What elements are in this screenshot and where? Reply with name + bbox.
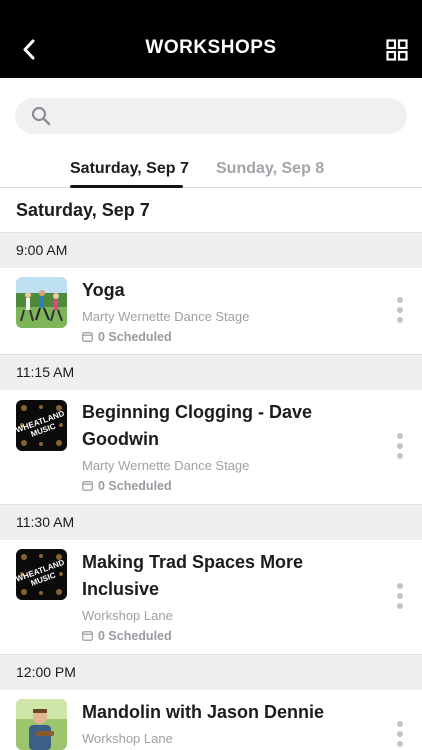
time-label: 12:00 PM [16, 664, 76, 680]
time-slot-header: 9:00 AM [0, 232, 422, 268]
time-label: 11:15 AM [16, 364, 75, 380]
calendar-icon [82, 332, 93, 342]
wheatland-music-logo: WHEATLAND MUSIC [16, 400, 67, 451]
day-heading: Saturday, Sep 7 [16, 200, 150, 220]
active-tab-indicator [70, 185, 183, 188]
list-item[interactable]: Mandolin with Jason Dennie Workshop Lane [0, 690, 422, 750]
time-label: 11:30 AM [16, 514, 75, 530]
grid-view-button[interactable] [386, 39, 408, 61]
list-item[interactable]: WHEATLAND MUSIC Beginning Clogging - Dav… [0, 390, 422, 503]
search-icon [31, 106, 51, 126]
search-input[interactable] [61, 98, 391, 134]
tab-saturday[interactable]: Saturday, Sep 7 [70, 160, 189, 178]
event-thumbnail [16, 277, 67, 328]
more-options-button[interactable] [393, 433, 407, 461]
scheduled-label: 0 Scheduled [98, 479, 172, 493]
time-slot-header: 12:00 PM [0, 654, 422, 690]
search-bar[interactable] [15, 98, 407, 134]
event-venue: Workshop Lane [82, 731, 173, 746]
time-slot-header: 11:15 AM [0, 354, 422, 390]
event-venue: Marty Wernette Dance Stage [82, 309, 250, 324]
more-options-button[interactable] [393, 297, 407, 325]
event-title: Beginning Clogging - Dave Goodwin [82, 402, 312, 449]
event-venue: Marty Wernette Dance Stage [82, 458, 250, 473]
day-tabs: Saturday, Sep 7 Sunday, Sep 8 [0, 150, 422, 188]
time-slot-header: 11:30 AM [0, 504, 422, 540]
list-item[interactable]: Yoga Marty Wernette Dance Stage 0 Schedu… [0, 268, 422, 353]
time-label: 9:00 AM [16, 242, 68, 258]
more-options-button[interactable] [393, 583, 407, 611]
calendar-icon [82, 631, 93, 641]
list-item[interactable]: WHEATLAND MUSIC Making Trad Spaces More … [0, 540, 422, 653]
scheduled-label: 0 Scheduled [98, 330, 172, 344]
scheduled-count: 0 Scheduled [82, 330, 172, 344]
top-bar: WORKSHOPS [0, 0, 422, 78]
scheduled-count: 0 Scheduled [82, 629, 172, 643]
performer-photo [16, 699, 67, 750]
grid-icon [386, 39, 408, 61]
event-title: Mandolin with Jason Dennie [82, 702, 325, 722]
tab-sunday[interactable]: Sunday, Sep 8 [216, 160, 324, 178]
wheatland-music-logo: WHEATLAND MUSIC [16, 549, 67, 600]
event-title: Yoga [82, 280, 125, 300]
event-venue: Workshop Lane [82, 608, 173, 623]
scheduled-label: 0 Scheduled [98, 629, 172, 643]
page-title: WORKSHOPS [145, 37, 277, 58]
more-options-button[interactable] [393, 721, 407, 749]
event-title: Making Trad Spaces More Inclusive [82, 552, 304, 599]
scheduled-count: 0 Scheduled [82, 479, 172, 493]
calendar-icon [82, 481, 93, 491]
